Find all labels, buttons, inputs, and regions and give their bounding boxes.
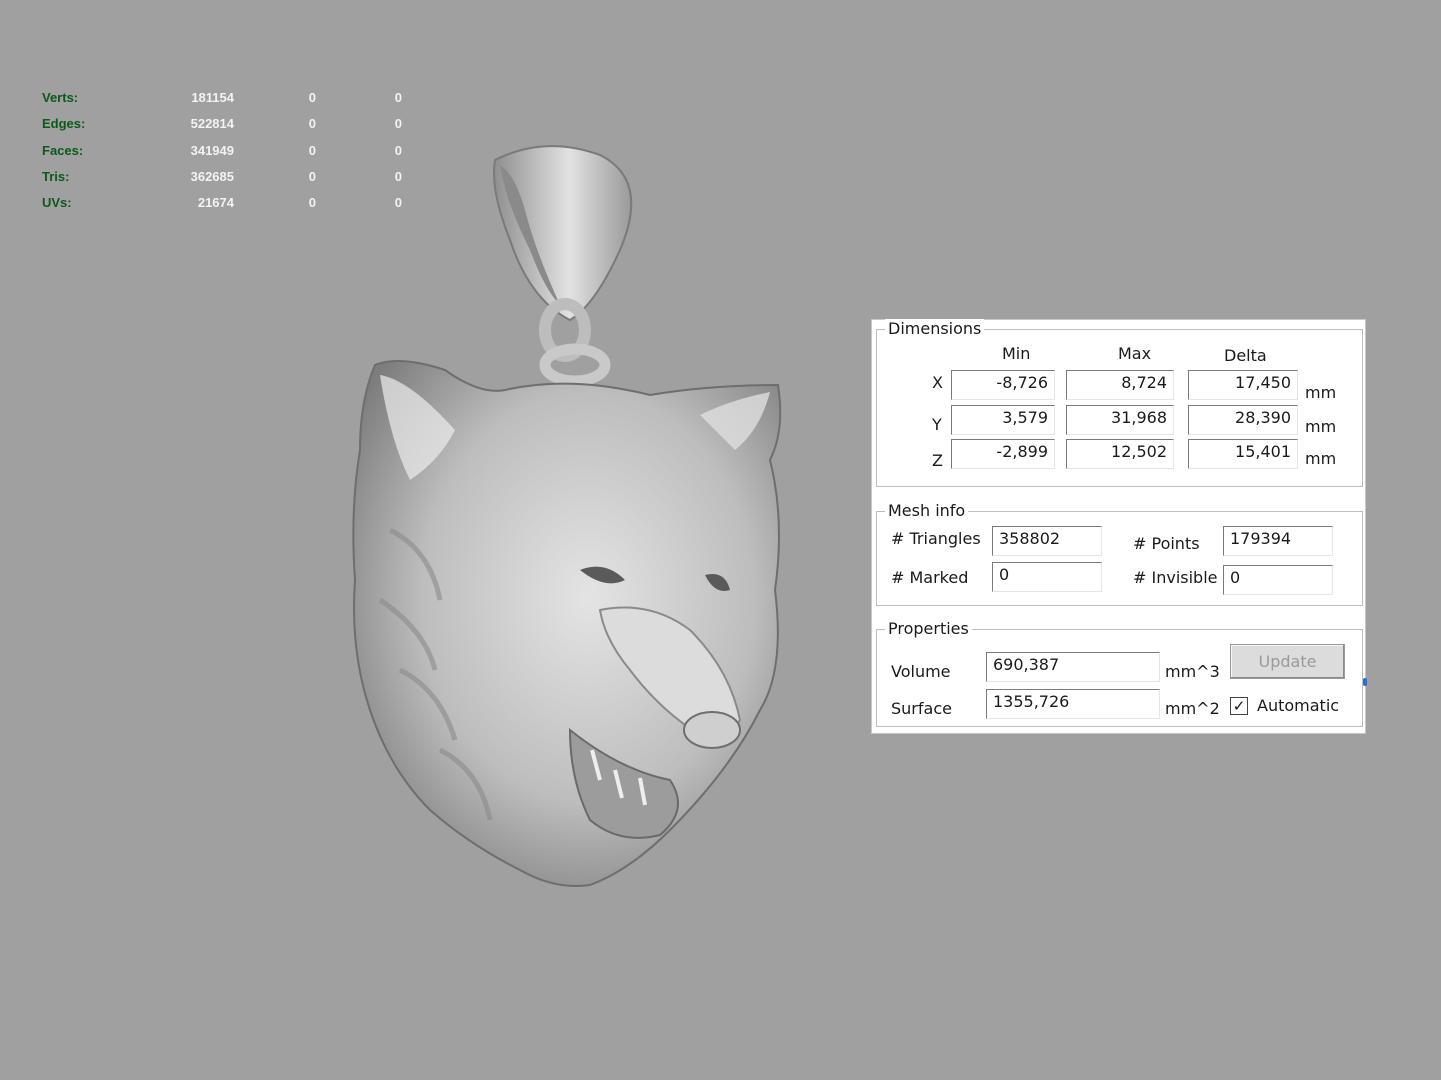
x-max-field[interactable]: 8,724 — [1066, 370, 1174, 400]
stats-value: 0 — [308, 90, 316, 105]
triangles-label: # Triangles — [891, 529, 981, 548]
update-button[interactable]: Update — [1230, 644, 1345, 679]
pendant-bail — [493, 145, 633, 322]
surface-field[interactable]: 1355,726 — [986, 689, 1160, 719]
axis-label-y: Y — [932, 415, 942, 434]
delta-header: Delta — [1224, 346, 1267, 365]
stats-row-uvs: UVs: 21674 0 0 — [40, 193, 402, 219]
resize-handle-icon — [1363, 678, 1367, 686]
stats-row-tris: Tris: 362685 0 0 — [40, 167, 402, 193]
automatic-label: Automatic — [1257, 696, 1340, 715]
dimensions-title: Dimensions — [885, 319, 985, 338]
x-min-field[interactable]: -8,726 — [951, 370, 1055, 400]
stats-value: 0 — [308, 116, 316, 132]
stats-row-verts: Verts: 181154 0 0 — [40, 88, 402, 114]
wolf-head-model — [352, 360, 782, 887]
3d-viewport-model[interactable] — [330, 130, 810, 910]
stats-label: Edges: — [42, 116, 86, 132]
invisible-label: # Invisible — [1133, 568, 1218, 587]
stats-value: 341949 — [190, 142, 234, 158]
y-unit: mm — [1305, 417, 1337, 436]
z-min-field[interactable]: -2,899 — [951, 439, 1055, 469]
y-max-field[interactable]: 31,968 — [1066, 405, 1174, 435]
min-header: Min — [1002, 344, 1031, 363]
stats-value: 522814 — [190, 116, 234, 132]
stats-value: 0 — [308, 195, 316, 211]
stats-value: 0 — [394, 90, 402, 105]
points-label: # Points — [1133, 534, 1200, 553]
volume-label: Volume — [891, 662, 951, 681]
stats-value: 0 — [308, 168, 316, 184]
automatic-checkbox[interactable]: ✓ — [1230, 697, 1248, 715]
stats-label: UVs: — [42, 195, 72, 211]
z-delta-field[interactable]: 15,401 — [1188, 439, 1298, 469]
stats-label: Verts: — [42, 90, 79, 105]
invisible-field[interactable]: 0 — [1223, 565, 1333, 595]
marked-field[interactable]: 0 — [992, 562, 1102, 592]
max-header: Max — [1118, 344, 1152, 363]
y-delta-field[interactable]: 28,390 — [1188, 405, 1298, 435]
volume-field[interactable]: 690,387 — [986, 652, 1160, 682]
stats-value: 0 — [308, 142, 316, 158]
properties-title: Properties — [885, 619, 972, 638]
mesh-properties-panel: Dimensions Min Max Delta X -8,726 8,724 … — [871, 319, 1366, 734]
pendant-chain-link — [539, 298, 611, 387]
marked-label: # Marked — [891, 568, 969, 587]
y-min-field[interactable]: 3,579 — [951, 405, 1055, 435]
z-unit: mm — [1305, 449, 1337, 468]
dimensions-group: Dimensions Min Max Delta X -8,726 8,724 … — [876, 319, 1363, 487]
triangles-field[interactable]: 358802 — [992, 526, 1102, 556]
surface-unit: mm^2 — [1165, 699, 1220, 718]
stats-label: Faces: — [42, 142, 84, 158]
axis-label-z: Z — [932, 451, 943, 470]
stats-row-faces: Faces: 341949 0 0 — [40, 141, 402, 167]
points-field[interactable]: 179394 — [1223, 526, 1333, 556]
x-delta-field[interactable]: 17,450 — [1188, 370, 1298, 400]
axis-label-x: X — [932, 373, 943, 392]
surface-label: Surface — [891, 699, 952, 718]
mesh-info-title: Mesh info — [885, 501, 969, 520]
stats-label: Tris: — [42, 168, 70, 184]
stats-value: 21674 — [197, 195, 234, 211]
scene-stats-overlay: Verts: 181154 0 0 Edges: 522814 0 0 Face… — [40, 88, 402, 219]
stats-row-edges: Edges: 522814 0 0 — [40, 114, 402, 140]
stats-value: 362685 — [190, 168, 234, 184]
volume-unit: mm^3 — [1165, 662, 1220, 681]
x-unit: mm — [1305, 383, 1337, 402]
stats-value: 181154 — [191, 90, 234, 105]
z-max-field[interactable]: 12,502 — [1066, 439, 1174, 469]
mesh-info-group: Mesh info # Triangles 358802 # Points 17… — [876, 501, 1363, 606]
